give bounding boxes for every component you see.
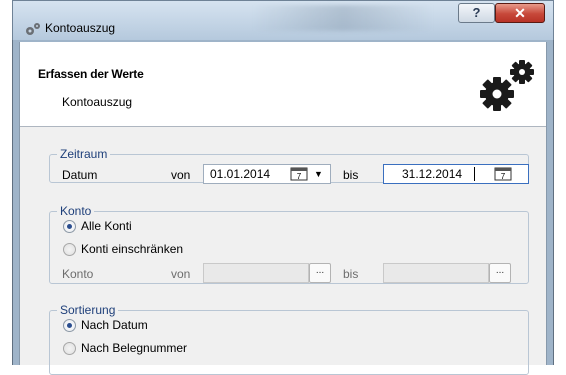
konto-bis-label: bis: [343, 267, 359, 281]
dialog-client: Erfassen der Werte Kontoauszug Zeitraum …: [19, 42, 547, 375]
close-button[interactable]: ✕: [495, 3, 545, 23]
gears-icon: [480, 60, 534, 111]
calendar-icon[interactable]: 7: [494, 167, 512, 181]
title-bar[interactable]: Kontoauszug ? ✕: [12, 0, 554, 40]
gears-icon: [26, 23, 40, 35]
konto-from-input[interactable]: [203, 263, 309, 283]
header-subtitle: Kontoauszug: [62, 95, 133, 109]
konto-von-label: von: [171, 267, 191, 281]
datum-von-label: von: [171, 168, 191, 182]
text-caret: [474, 167, 475, 181]
dialog-window: Kontoauszug ? ✕ Erfassen der Werte Konto…: [12, 0, 554, 375]
konto-to-input[interactable]: [383, 263, 489, 283]
help-button[interactable]: ?: [458, 3, 495, 23]
datum-label: Datum: [62, 168, 98, 182]
date-from-picker[interactable]: 01.01.2014 7 ▼: [203, 164, 331, 184]
date-to-picker[interactable]: 31.12.2014 7: [383, 164, 529, 184]
radio-nach-belegnummer-label[interactable]: Nach Belegnummer: [81, 341, 187, 355]
group-sortierung: Sortierung: [49, 303, 529, 375]
radio-nach-belegnummer[interactable]: [63, 342, 76, 355]
konto-from-browse-button[interactable]: ...: [309, 263, 331, 283]
group-sortierung-legend: Sortierung: [60, 303, 116, 317]
radio-konti-einschraenken-label[interactable]: Konti einschränken: [81, 242, 183, 256]
radio-konti-einschraenken[interactable]: [63, 243, 76, 256]
datum-bis-label: bis: [343, 168, 359, 182]
svg-text:7: 7: [501, 172, 506, 181]
header-title: Erfassen der Werte: [38, 67, 144, 81]
dialog-header: Erfassen der Werte Kontoauszug: [20, 42, 546, 127]
radio-alle-konti[interactable]: [63, 220, 76, 233]
konto-to-browse-button[interactable]: ...: [489, 263, 511, 283]
radio-nach-datum[interactable]: [63, 319, 76, 332]
date-from-value: 01.01.2014: [210, 167, 271, 181]
group-konto-legend: Konto: [60, 204, 92, 218]
chevron-down-icon[interactable]: ▼: [314, 169, 323, 179]
radio-nach-datum-label[interactable]: Nach Datum: [81, 318, 148, 332]
calendar-icon[interactable]: 7: [290, 167, 308, 181]
close-icon: ✕: [514, 5, 526, 21]
group-zeitraum-legend: Zeitraum: [60, 147, 108, 161]
radio-alle-konti-label[interactable]: Alle Konti: [81, 219, 132, 233]
window-title: Kontoauszug: [45, 21, 116, 35]
dialog-body: Zeitraum Datum von 01.01.2014 7 ▼ bis 31…: [20, 127, 546, 375]
date-to-value: 31.12.2014: [402, 167, 463, 181]
konto-label: Konto: [62, 267, 94, 281]
svg-text:7: 7: [297, 172, 302, 181]
